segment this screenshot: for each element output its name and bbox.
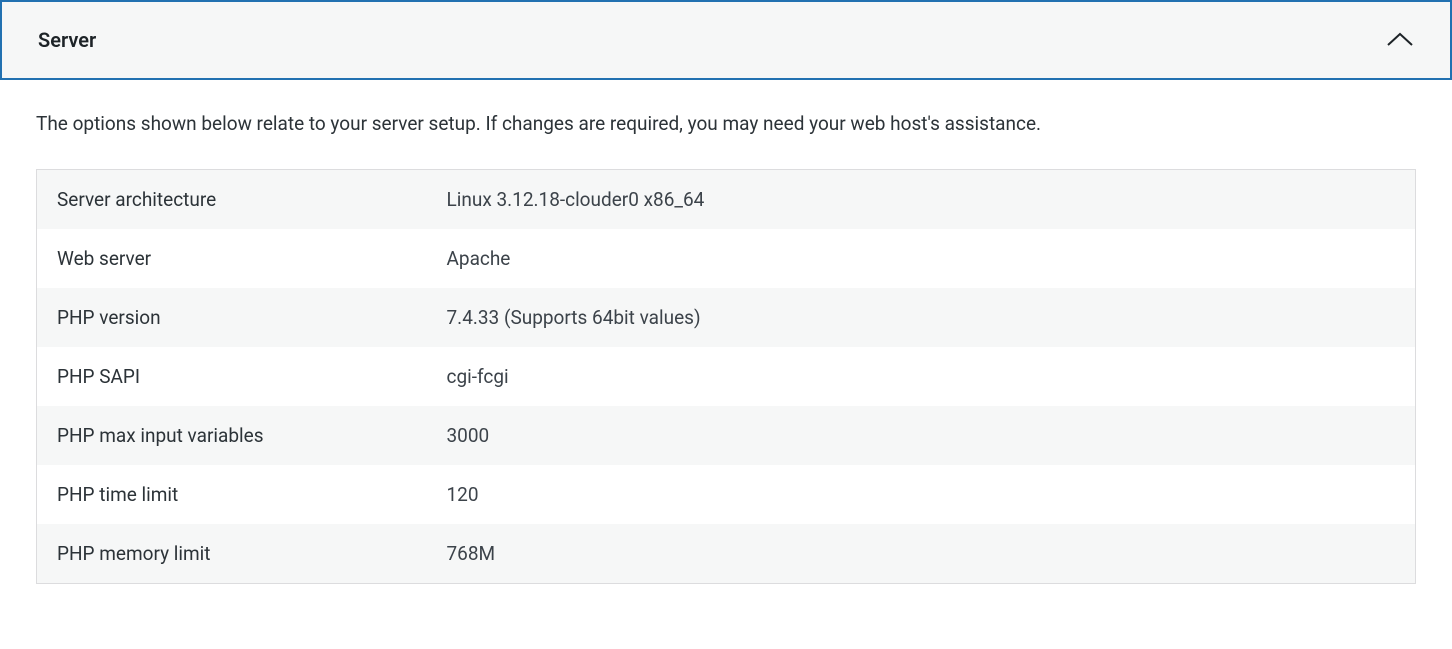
server-info-tbody: Server architecture Linux 3.12.18-cloude… bbox=[37, 169, 1416, 583]
row-label: Server architecture bbox=[37, 169, 427, 229]
table-row: PHP version 7.4.33 (Supports 64bit value… bbox=[37, 288, 1416, 347]
row-value: Linux 3.12.18-clouder0 x86_64 bbox=[427, 169, 1416, 229]
panel-header-server[interactable]: Server bbox=[0, 0, 1452, 80]
server-info-table: Server architecture Linux 3.12.18-cloude… bbox=[36, 169, 1416, 584]
table-row: PHP max input variables 3000 bbox=[37, 406, 1416, 465]
panel-title: Server bbox=[38, 28, 96, 52]
row-value: 7.4.33 (Supports 64bit values) bbox=[427, 288, 1416, 347]
table-row: PHP memory limit 768M bbox=[37, 524, 1416, 584]
panel-description: The options shown below relate to your s… bbox=[36, 110, 1416, 139]
row-label: PHP max input variables bbox=[37, 406, 427, 465]
site-health-panel: Server The options shown below relate to… bbox=[0, 0, 1452, 649]
row-value: cgi-fcgi bbox=[427, 347, 1416, 406]
table-row: PHP SAPI cgi-fcgi bbox=[37, 347, 1416, 406]
row-label: PHP SAPI bbox=[37, 347, 427, 406]
row-value: 768M bbox=[427, 524, 1416, 584]
row-value: 3000 bbox=[427, 406, 1416, 465]
row-label: PHP time limit bbox=[37, 465, 427, 524]
table-row: Web server Apache bbox=[37, 229, 1416, 288]
table-row: Server architecture Linux 3.12.18-cloude… bbox=[37, 169, 1416, 229]
row-label: Web server bbox=[37, 229, 427, 288]
row-value: Apache bbox=[427, 229, 1416, 288]
chevron-up-icon bbox=[1386, 26, 1414, 54]
row-label: PHP memory limit bbox=[37, 524, 427, 584]
table-row: PHP time limit 120 bbox=[37, 465, 1416, 524]
row-value: 120 bbox=[427, 465, 1416, 524]
row-label: PHP version bbox=[37, 288, 427, 347]
panel-body: The options shown below relate to your s… bbox=[0, 80, 1452, 584]
